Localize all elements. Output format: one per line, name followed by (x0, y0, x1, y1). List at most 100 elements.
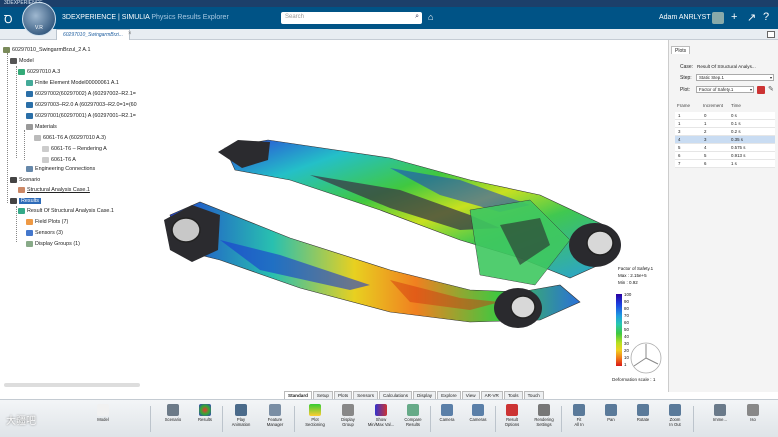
table-row[interactable]: 7 6 1 s (675, 160, 775, 168)
plot-sectioning-button[interactable]: Plot Sectioning (300, 404, 330, 427)
table-cell: 3 (678, 129, 681, 134)
user-name[interactable]: Adam ANRLYST (659, 14, 711, 21)
tab-plots[interactable]: Plots (671, 46, 691, 54)
tree-engineering-connections[interactable]: Engineering Connections (26, 166, 95, 172)
panel-toggle-icon[interactable] (767, 31, 775, 38)
plot-label: Plot: (680, 87, 691, 93)
pan-button[interactable]: Pan (596, 404, 626, 423)
share-icon[interactable]: ↗ (747, 11, 756, 24)
iso-button[interactable]: Iso (738, 404, 768, 423)
tab-touch[interactable]: Touch (523, 391, 544, 399)
tree-material-item[interactable]: 6061-T6 A (42, 157, 76, 163)
feature-manager-button[interactable]: Feature Manager (260, 404, 290, 427)
camera-button[interactable]: Camera (432, 404, 462, 423)
3d-viewport[interactable] (140, 40, 668, 390)
tree-material-rendering[interactable]: 6061-T6 – Rendering A (42, 146, 107, 152)
table-row[interactable]: 1 1 0.1 s (675, 120, 775, 128)
tree-model[interactable]: Model (10, 58, 34, 64)
model-button[interactable]: Model (88, 404, 118, 423)
case-label: Case: (680, 64, 694, 70)
avatar[interactable] (712, 12, 724, 24)
plot-select[interactable]: Factor of Safety.1 ▾ (696, 86, 754, 93)
legend-tick: 90 (624, 299, 629, 304)
tab-document[interactable]: 60297010_SwingarmBrzi... (56, 29, 131, 40)
step-label: Step: (680, 75, 692, 81)
tree-model-child[interactable]: 60297010 A.3 (18, 69, 60, 75)
table-row[interactable]: 3 2 0.2 s (675, 128, 775, 136)
edit-icon[interactable]: ✎ (768, 85, 774, 93)
tab-standard[interactable]: Standard (284, 391, 312, 399)
app-name: Physics Results Explorer (151, 14, 229, 21)
tree-fem[interactable]: Finite Element Model00000061 A.1 (26, 80, 119, 86)
column-frame: Frame (677, 103, 691, 108)
tree-scrollbar[interactable] (4, 383, 140, 387)
help-icon[interactable]: ? (763, 11, 769, 23)
tab-sensors[interactable]: Sensors (353, 391, 379, 399)
tag-icon[interactable]: ⌂ (428, 12, 433, 22)
table-cell: 0.913 s (731, 153, 746, 158)
orientation-triad-icon[interactable] (628, 340, 664, 376)
tab-ar-vr[interactable]: AR-VR (480, 391, 503, 399)
tab-setup[interactable]: Setup (312, 391, 333, 399)
step-select[interactable]: Static Step.1 ▾ (696, 74, 774, 81)
play-animation-button[interactable]: Play Animation (226, 404, 256, 427)
table-cell: 1 s (731, 161, 737, 166)
zoom-in-out-button[interactable]: Zoom In Out (660, 404, 690, 427)
result-options-button[interactable]: Result Options (497, 404, 527, 427)
tree-mesh-2[interactable]: 60297003–R2.0 A (60297003–R2.0=1=(60 (26, 102, 137, 108)
legend-tick: 80 (624, 306, 629, 311)
table-cell: 3 (704, 137, 707, 142)
immersive-button[interactable]: Imme... (705, 404, 735, 423)
plot-options-icon[interactable] (757, 86, 765, 94)
tab-explore[interactable]: Explore (437, 391, 461, 399)
tab-display[interactable]: Display (413, 391, 437, 399)
legend-tick: 20 (624, 348, 629, 353)
show-min-max-button[interactable]: Show Min/Max Val... (366, 404, 396, 427)
legend-min: Min : 0.92 (618, 280, 638, 285)
results-button[interactable]: Results (190, 404, 220, 423)
add-icon[interactable]: + (731, 11, 737, 23)
watermark: 大疆吧 (6, 416, 36, 427)
tree-mesh-1[interactable]: 60297002(60297002) A (60297002–R2.1= (26, 91, 136, 97)
table-row[interactable]: 4 3 0.35 s (675, 136, 775, 144)
scenario-button[interactable]: Scenario (158, 404, 188, 423)
compare-results-button[interactable]: Compare Results (398, 404, 428, 427)
tree-materials[interactable]: Materials (26, 124, 57, 130)
legend-tick: 40 (624, 334, 629, 339)
search-icon[interactable]: ⌕ (415, 13, 419, 21)
tree-sensors[interactable]: Sensors (3) (26, 230, 63, 236)
cameras-button[interactable]: Cameras (463, 404, 493, 423)
rotate-button[interactable]: Rotate (628, 404, 658, 423)
tab-view[interactable]: View (461, 391, 480, 399)
table-cell: 0.575 s (731, 145, 746, 150)
tab-calculations[interactable]: Calculations (379, 391, 413, 399)
tree-field-plots[interactable]: Field Plots (7) (26, 219, 68, 225)
legend-tick: 60 (624, 320, 629, 325)
plots-panel: Plots Case: Result Of Structural Analys.… (668, 40, 778, 392)
tab-tools[interactable]: Tools (503, 391, 523, 399)
fit-all-in-button[interactable]: Fit All In (564, 404, 594, 427)
ds-logo-icon[interactable]: Ꝺ (4, 12, 13, 27)
tree-result-item[interactable]: Result Of Structural Analysis Case.1 (18, 208, 114, 214)
table-cell: 1 (678, 121, 681, 126)
tree-mesh-3[interactable]: 60297001(60297001) A (60297001–R2.1= (26, 113, 136, 119)
table-row[interactable]: 1 0 0 s (675, 112, 775, 120)
compass-widget[interactable]: V.R (22, 2, 56, 36)
rendering-settings-button[interactable]: Rendering Settings (529, 404, 559, 427)
table-row[interactable]: 6 5 0.913 s (675, 152, 775, 160)
legend-color-bar[interactable] (616, 294, 622, 366)
swingarm-model[interactable] (140, 40, 668, 390)
tree-display-groups[interactable]: Display Groups (1) (26, 241, 80, 247)
tree-results[interactable]: Results (10, 198, 41, 204)
tab-plots[interactable]: Plots (333, 391, 353, 399)
table-row[interactable]: 5 4 0.575 s (675, 144, 775, 152)
tree-structural-analysis-case[interactable]: Structural Analysis Case.1 (18, 187, 90, 193)
search-input[interactable]: Search ⌕ (281, 12, 422, 24)
table-cell: 5 (678, 145, 681, 150)
table-cell: 4 (704, 145, 707, 150)
tree-root[interactable]: 60297010_SwingarmBrzul_2 A.1 (3, 47, 91, 53)
tree-material-1[interactable]: 6061-T6 A (60297010 A.3) (34, 135, 106, 141)
close-icon[interactable]: × (128, 31, 132, 37)
tree-scenario[interactable]: Scenario (10, 177, 40, 183)
display-group-button[interactable]: Display Group (333, 404, 363, 427)
